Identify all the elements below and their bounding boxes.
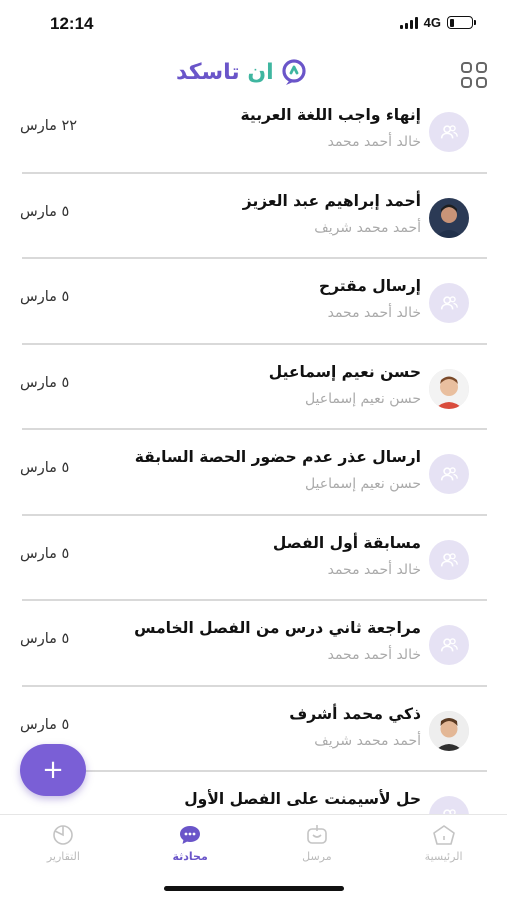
- conversation-date: ٥ مارس: [20, 374, 70, 391]
- conversation-title: أحمد إبراهيم عبد العزيز: [242, 191, 421, 210]
- conversation-row[interactable]: حسن نعيم إسماعيل حسن نعيم إسماعيل ٥ مارس: [0, 345, 507, 430]
- conversation-date: ٥ مارس: [20, 203, 70, 220]
- conversation-date: ٥ مارس: [20, 631, 70, 647]
- conversation-row[interactable]: إرسال مقترح خالد أحمد محمد ٥ مارس: [0, 259, 507, 345]
- logo-text: ان تاسكد: [176, 60, 274, 85]
- user-avatar: [429, 368, 469, 409]
- group-icon: [429, 539, 469, 580]
- status-indicators: 4G: [399, 15, 476, 30]
- conversation-subtitle: خالد أحمد محمد: [327, 305, 421, 321]
- user-avatar: [429, 197, 469, 238]
- conversation-subtitle: خالد أحمد محمد: [327, 561, 421, 578]
- tab-sent-label: مرسل: [302, 850, 332, 863]
- conversation-subtitle: أحمد محمد شريف: [314, 219, 421, 236]
- conversation-row[interactable]: ارسال عذر عدم حضور الحصة السابقة حسن نعيم…: [0, 430, 507, 516]
- conversation-title: ذكي محمد أشرف: [289, 704, 421, 723]
- tab-sent[interactable]: مرسل: [254, 815, 381, 872]
- app-header: ان تاسكد: [0, 54, 507, 96]
- battery-icon: [447, 16, 476, 29]
- conversation-title: حل لأسيمنت على الفصل الأول: [184, 790, 421, 808]
- group-icon: [429, 283, 469, 323]
- conversation-subtitle: أحمد محمد شريف: [314, 732, 421, 749]
- conversation-title: إرسال مقترح: [318, 277, 421, 295]
- battery-level: [449, 18, 454, 27]
- home-indicator: [164, 886, 344, 891]
- group-icon: [429, 112, 469, 152]
- conversation-title: ارسال عذر عدم حضور الحصة السابقة: [134, 448, 421, 466]
- conversation-row[interactable]: مسابقة أول الفصل خالد أحمد محمد ٥ مارس: [0, 516, 507, 601]
- network-label: 4G: [423, 15, 441, 30]
- tab-bar: التقارير محادثة مرسل الرئيسية: [0, 814, 507, 872]
- conversation-date: ٥ مارس: [20, 545, 70, 562]
- conversation-list[interactable]: إنهاء واجب اللغة العربية خالد أحمد محمد ٢٢…: [0, 96, 507, 814]
- conversation-subtitle: حسن نعيم إسماعيل: [304, 390, 421, 407]
- tab-chat[interactable]: محادثة: [127, 815, 254, 872]
- chat-icon: [180, 826, 201, 844]
- conversation-row[interactable]: مراجعة ثاني درس من الفصل الخامس خالد أحمد…: [0, 601, 507, 687]
- tab-reports[interactable]: التقارير: [0, 815, 127, 872]
- conversation-subtitle: خالد أحمد محمد: [327, 134, 421, 150]
- signal-icon: [399, 16, 418, 29]
- sent-icon: [307, 825, 327, 844]
- user-avatar: [429, 710, 469, 751]
- group-icon: [429, 625, 469, 665]
- grid-menu-icon[interactable]: [461, 62, 487, 88]
- conversation-date: ٥ مارس: [20, 289, 70, 305]
- group-icon: [429, 454, 469, 494]
- logo-icon: [282, 59, 306, 85]
- status-time: 12:14: [50, 14, 94, 33]
- tab-home-label: الرئيسية: [424, 850, 463, 863]
- conversation-title: إنهاء واجب اللغة العربية: [240, 106, 421, 124]
- app-logo: ان تاسكد: [176, 58, 308, 86]
- conversation-subtitle: خالد أحمد محمد: [327, 647, 421, 663]
- conversation-subtitle: حسن نعيم إسماعيل: [304, 476, 421, 492]
- conversation-date: ٢٢ مارس: [20, 118, 78, 134]
- tab-home[interactable]: الرئيسية: [380, 815, 507, 872]
- add-conversation-button[interactable]: +: [20, 744, 86, 796]
- home-icon: [432, 825, 455, 845]
- conversation-row[interactable]: إنهاء واجب اللغة العربية خالد أحمد محمد ٢٢…: [0, 96, 507, 174]
- logo-accent: ان: [247, 59, 274, 85]
- conversation-title: مسابقة أول الفصل: [272, 533, 421, 552]
- conversation-title: مراجعة ثاني درس من الفصل الخامس: [134, 619, 421, 637]
- logo-main: تاسكد: [176, 59, 240, 85]
- reports-icon: [53, 825, 74, 845]
- conversation-title: حسن نعيم إسماعيل: [268, 362, 421, 381]
- tab-reports-label: التقارير: [46, 850, 80, 863]
- conversation-date: ٥ مارس: [20, 716, 70, 733]
- tab-chat-label: محادثة: [172, 850, 208, 863]
- conversation-date: ٥ مارس: [20, 460, 70, 476]
- conversation-row[interactable]: أحمد إبراهيم عبد العزيز أحمد محمد شريف ٥ م…: [0, 174, 507, 259]
- status-bar: 12:14 4G: [0, 0, 507, 48]
- group-icon: [429, 796, 469, 814]
